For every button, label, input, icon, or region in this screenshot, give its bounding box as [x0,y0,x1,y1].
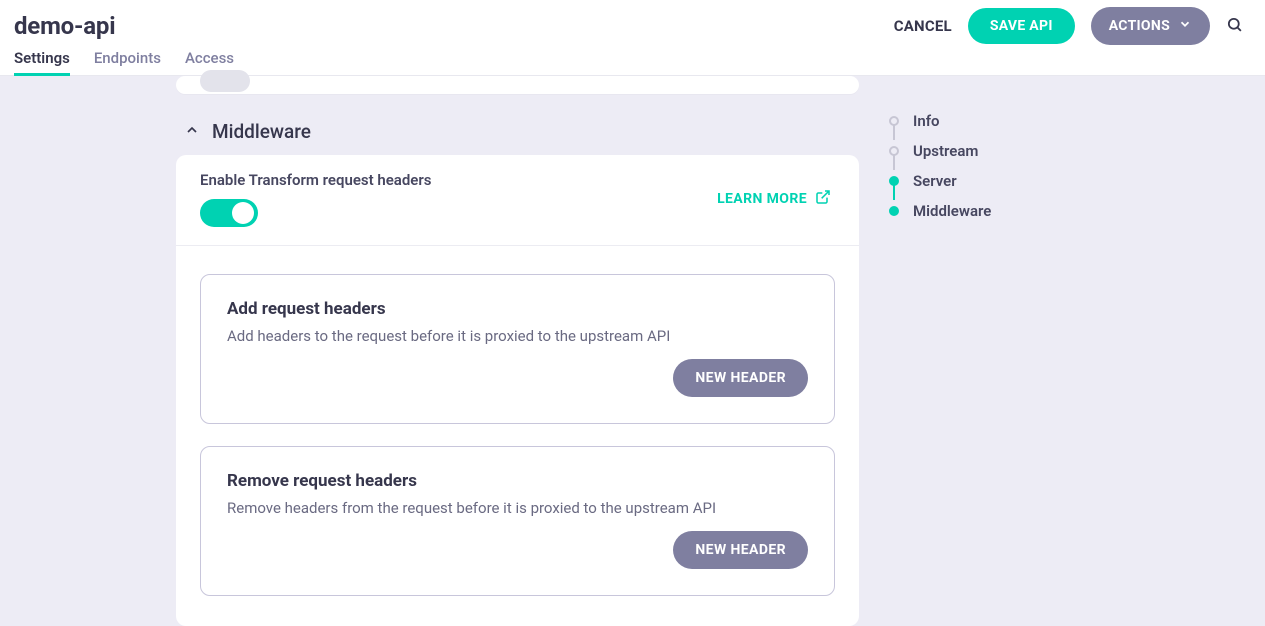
anchor-nav: Info Upstream Server Middleware [889,76,1089,624]
step-dot-icon [889,116,899,126]
anchor-item-server[interactable]: Server [889,166,1089,196]
cancel-button[interactable]: CANCEL [894,17,952,35]
subcard-desc: Remove headers from the request before i… [227,499,808,517]
toggle-knob [232,202,254,224]
page: Middleware Enable Transform request head… [0,76,1265,624]
main-column: Middleware Enable Transform request head… [176,76,859,624]
subcard-actions: NEW HEADER [227,359,808,397]
anchor-label: Info [913,112,940,130]
remove-request-headers-card: Remove request headers Remove headers fr… [200,446,835,596]
subcard-desc: Add headers to the request before it is … [227,327,808,345]
save-button[interactable]: SAVE API [968,8,1075,44]
learn-more-label: LEARN MORE [717,191,807,207]
new-header-button[interactable]: NEW HEADER [673,359,808,397]
anchor-item-middleware[interactable]: Middleware [889,196,1089,226]
anchor-item-upstream[interactable]: Upstream [889,136,1089,166]
actions-label: ACTIONS [1109,18,1170,34]
subcard-title: Remove request headers [227,471,808,491]
new-header-button[interactable]: NEW HEADER [673,531,808,569]
content-wrap: Middleware Enable Transform request head… [176,76,1089,624]
external-link-icon [815,189,831,209]
anchor-label: Upstream [913,142,978,160]
step-dot-icon [889,206,899,216]
toggle-label: Enable Transform request headers [200,171,432,189]
step-dot-icon [889,176,899,186]
section-title: Middleware [212,120,311,143]
section-header[interactable]: Middleware [176,116,859,155]
previous-card-strip [176,76,859,94]
subcard-actions: NEW HEADER [227,531,808,569]
toggle-block: Enable Transform request headers [200,171,432,227]
learn-more-link[interactable]: LEARN MORE [717,189,831,209]
subcards: Add request headers Add headers to the r… [176,246,859,596]
card-top: Enable Transform request headers LEARN M… [176,155,859,246]
middleware-card: Enable Transform request headers LEARN M… [176,155,859,626]
anchor-item-info[interactable]: Info [889,106,1089,136]
chevron-down-icon [1178,17,1192,35]
transform-headers-toggle[interactable] [200,199,258,227]
subcard-title: Add request headers [227,299,808,319]
topbar: demo-api CANCEL SAVE API ACTIONS Setting… [0,0,1265,76]
add-request-headers-card: Add request headers Add headers to the r… [200,274,835,424]
search-icon[interactable] [1226,16,1243,37]
top-actions: CANCEL SAVE API ACTIONS [894,7,1243,45]
step-dot-icon [889,146,899,156]
tabs: Settings Endpoints Access [0,44,1265,75]
actions-dropdown[interactable]: ACTIONS [1091,7,1210,45]
page-title: demo-api [14,12,115,40]
anchor-label: Middleware [913,202,991,220]
topbar-row: demo-api CANCEL SAVE API ACTIONS [0,0,1265,44]
tab-endpoints[interactable]: Endpoints [94,49,161,75]
chevron-up-icon [184,122,200,142]
tab-settings[interactable]: Settings [14,49,70,75]
anchor-label: Server [913,172,957,190]
